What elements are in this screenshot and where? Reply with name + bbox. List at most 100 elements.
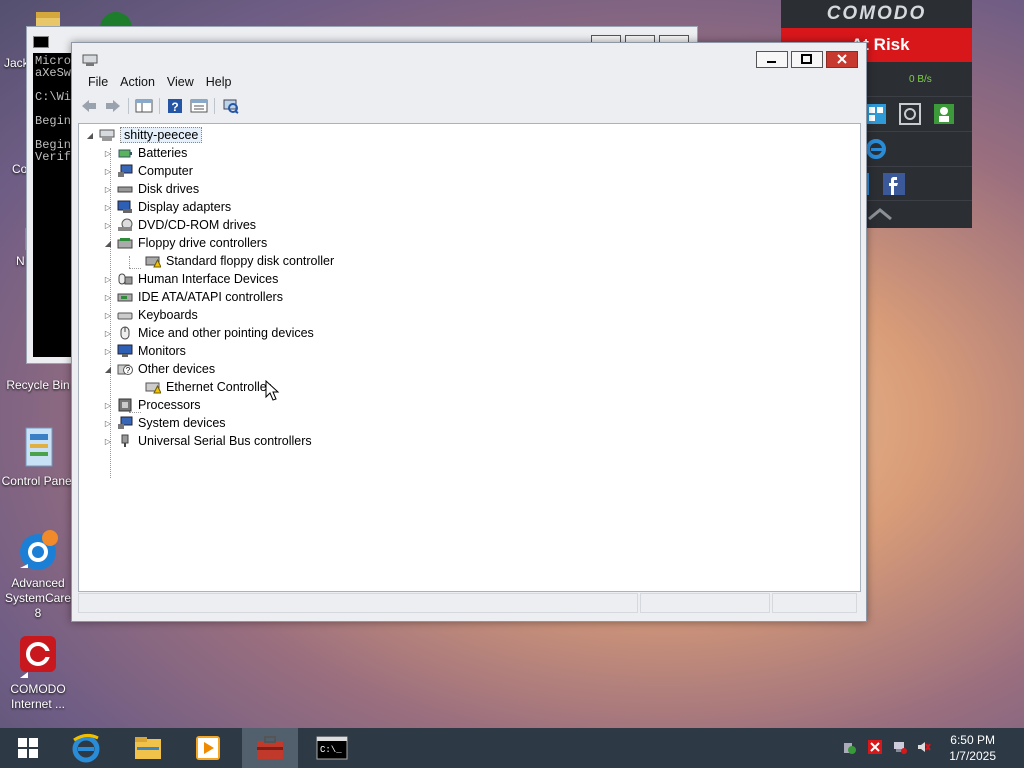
clock-time: 6:50 PM bbox=[950, 733, 995, 747]
tree-item-label: Mice and other pointing devices bbox=[138, 326, 314, 340]
expand-arrow-icon[interactable]: ▷ bbox=[103, 401, 113, 410]
expand-arrow-icon[interactable]: ▷ bbox=[103, 347, 113, 356]
taskbar-file-explorer[interactable] bbox=[120, 728, 176, 768]
menu-action[interactable]: Action bbox=[114, 73, 161, 91]
show-hide-tree-button[interactable] bbox=[135, 98, 153, 114]
tree-item-batteries[interactable]: ▷ Batteries bbox=[103, 144, 187, 162]
cmd-icon bbox=[33, 36, 49, 48]
tree-item-dvd-drives[interactable]: ▷ DVD/CD-ROM drives bbox=[103, 216, 256, 234]
toolbar-separator bbox=[128, 98, 129, 114]
disk-drive-icon bbox=[117, 182, 133, 196]
keyboard-icon bbox=[117, 308, 133, 322]
tree-item-system-devices[interactable]: ▷ System devices bbox=[103, 414, 226, 432]
help-button[interactable]: ? bbox=[166, 98, 184, 114]
chevron-up-icon[interactable] bbox=[867, 207, 893, 221]
expand-arrow-icon[interactable]: ▷ bbox=[103, 311, 113, 320]
svg-text:?: ? bbox=[171, 100, 178, 114]
hid-icon bbox=[117, 272, 133, 286]
forward-button[interactable] bbox=[104, 98, 122, 114]
help-icon: ? bbox=[168, 99, 182, 114]
maximize-button[interactable] bbox=[791, 51, 823, 68]
tree-item-label: Human Interface Devices bbox=[138, 272, 279, 286]
tree-item-ethernet-controller[interactable]: Ethernet Controller bbox=[141, 378, 271, 396]
game-mode-icon[interactable] bbox=[933, 103, 955, 125]
tree-item-mice[interactable]: ▷ Mice and other pointing devices bbox=[103, 324, 314, 342]
status-panel-3 bbox=[772, 593, 857, 613]
tree-item-other-devices[interactable]: ◢ ? Other devices bbox=[103, 360, 215, 378]
tree-item-display-adapters[interactable]: ▷ Display adapters bbox=[103, 198, 231, 216]
windows-start-icon bbox=[18, 738, 38, 758]
properties-button[interactable] bbox=[190, 98, 208, 114]
tree-item-label: Disk drives bbox=[138, 182, 200, 196]
tree-root[interactable]: ◢ shitty-peecee bbox=[85, 126, 203, 144]
expand-arrow-icon[interactable]: ▷ bbox=[103, 329, 113, 338]
toolbar-separator bbox=[214, 98, 215, 114]
menu-view[interactable]: View bbox=[161, 73, 200, 91]
network-icon[interactable] bbox=[893, 740, 907, 754]
menu-file[interactable]: File bbox=[82, 73, 114, 91]
taskbar-command-prompt[interactable]: C:\_ bbox=[304, 728, 360, 768]
processor-icon bbox=[117, 398, 133, 412]
tree-item-usb-controllers[interactable]: ▷ Universal Serial Bus controllers bbox=[103, 432, 312, 450]
desktop-icon-comodo-internet[interactable]: COMODO Internet ... bbox=[0, 634, 76, 712]
scan-hardware-button[interactable] bbox=[221, 98, 239, 114]
expand-arrow-icon[interactable]: ▷ bbox=[103, 275, 113, 284]
tree-item-human-interface-devices[interactable]: ▷ Human Interface Devices bbox=[103, 270, 278, 288]
tree-connector bbox=[129, 256, 130, 268]
taskbar-device-manager[interactable] bbox=[242, 728, 298, 768]
tree-item-floppy-controllers[interactable]: ◢ Floppy drive controllers bbox=[103, 234, 267, 252]
desktop-icon-control-panel[interactable]: Control Panel bbox=[0, 426, 76, 489]
facebook-icon[interactable] bbox=[883, 173, 905, 195]
expand-arrow-icon[interactable]: ▷ bbox=[103, 185, 113, 194]
desktop-icon-label: COMODO Internet ... bbox=[10, 682, 66, 711]
grid-icon[interactable] bbox=[865, 103, 887, 125]
tree-item-label: Display adapters bbox=[138, 200, 232, 214]
collapse-arrow-icon[interactable]: ◢ bbox=[85, 131, 95, 140]
desktop-icon-label: Control Panel bbox=[1, 474, 75, 488]
dvd-drive-icon bbox=[117, 218, 133, 232]
tree-item-monitors[interactable]: ▷ Monitors bbox=[103, 342, 186, 360]
tree-item-disk-drives[interactable]: ▷ Disk drives bbox=[103, 180, 199, 198]
start-button[interactable] bbox=[0, 728, 56, 768]
expand-arrow-icon[interactable]: ▷ bbox=[103, 221, 113, 230]
minimize-button[interactable] bbox=[756, 51, 788, 68]
expand-arrow-icon[interactable]: ▷ bbox=[103, 293, 113, 302]
comodo-tray-icon[interactable] bbox=[868, 740, 882, 754]
volume-muted-icon[interactable] bbox=[917, 740, 931, 754]
desktop-icon-label: Advanced SystemCare 8 bbox=[4, 576, 72, 620]
collapse-arrow-icon[interactable]: ◢ bbox=[103, 239, 113, 248]
collapse-arrow-icon[interactable]: ◢ bbox=[103, 365, 113, 374]
system-device-icon bbox=[117, 416, 133, 430]
sandbox-icon[interactable] bbox=[899, 103, 921, 125]
tree-item-keyboards[interactable]: ▷ Keyboards bbox=[103, 306, 198, 324]
battery-icon bbox=[117, 146, 133, 160]
tree-item-computer[interactable]: ▷ Computer bbox=[103, 162, 193, 180]
close-button[interactable] bbox=[826, 51, 858, 68]
status-bar bbox=[78, 593, 859, 613]
toolbar: ? bbox=[80, 95, 239, 117]
taskbar-internet-explorer[interactable] bbox=[58, 728, 114, 768]
internet-explorer-icon[interactable] bbox=[865, 138, 887, 160]
tree-item-standard-floppy-controller[interactable]: Standard floppy disk controller bbox=[141, 252, 334, 270]
taskbar: C:\_ 6:50 PM 1/7/2025 bbox=[0, 728, 1024, 768]
device-manager-window[interactable]: File Action View Help ? ◢ shitty-peecee … bbox=[71, 42, 867, 622]
system-clock[interactable]: 6:50 PM 1/7/2025 bbox=[949, 732, 996, 764]
close-icon bbox=[837, 54, 847, 64]
expand-arrow-icon[interactable]: ▷ bbox=[103, 149, 113, 158]
expand-arrow-icon[interactable]: ▷ bbox=[103, 167, 113, 176]
tree-item-label: Floppy drive controllers bbox=[138, 236, 268, 250]
expand-arrow-icon[interactable]: ▷ bbox=[103, 437, 113, 446]
computer-icon bbox=[117, 164, 133, 178]
usb-icon bbox=[117, 434, 133, 448]
expand-arrow-icon[interactable]: ▷ bbox=[103, 419, 113, 428]
expand-arrow-icon[interactable]: ▷ bbox=[103, 203, 113, 212]
taskbar-media-player[interactable] bbox=[180, 728, 236, 768]
desktop-icon-advanced-systemcare[interactable]: Advanced SystemCare 8 bbox=[0, 528, 76, 621]
back-button[interactable] bbox=[80, 98, 98, 114]
tree-item-label: Standard floppy disk controller bbox=[166, 254, 335, 268]
action-center-icon[interactable] bbox=[842, 740, 856, 754]
tree-item-ide-controllers[interactable]: ▷ IDE ATA/ATAPI controllers bbox=[103, 288, 283, 306]
device-tree[interactable]: ◢ shitty-peecee ▷ Batteries ▷ Computer ▷… bbox=[78, 123, 861, 592]
menu-help[interactable]: Help bbox=[200, 73, 238, 91]
tree-item-processors[interactable]: ▷ Processors bbox=[103, 396, 201, 414]
